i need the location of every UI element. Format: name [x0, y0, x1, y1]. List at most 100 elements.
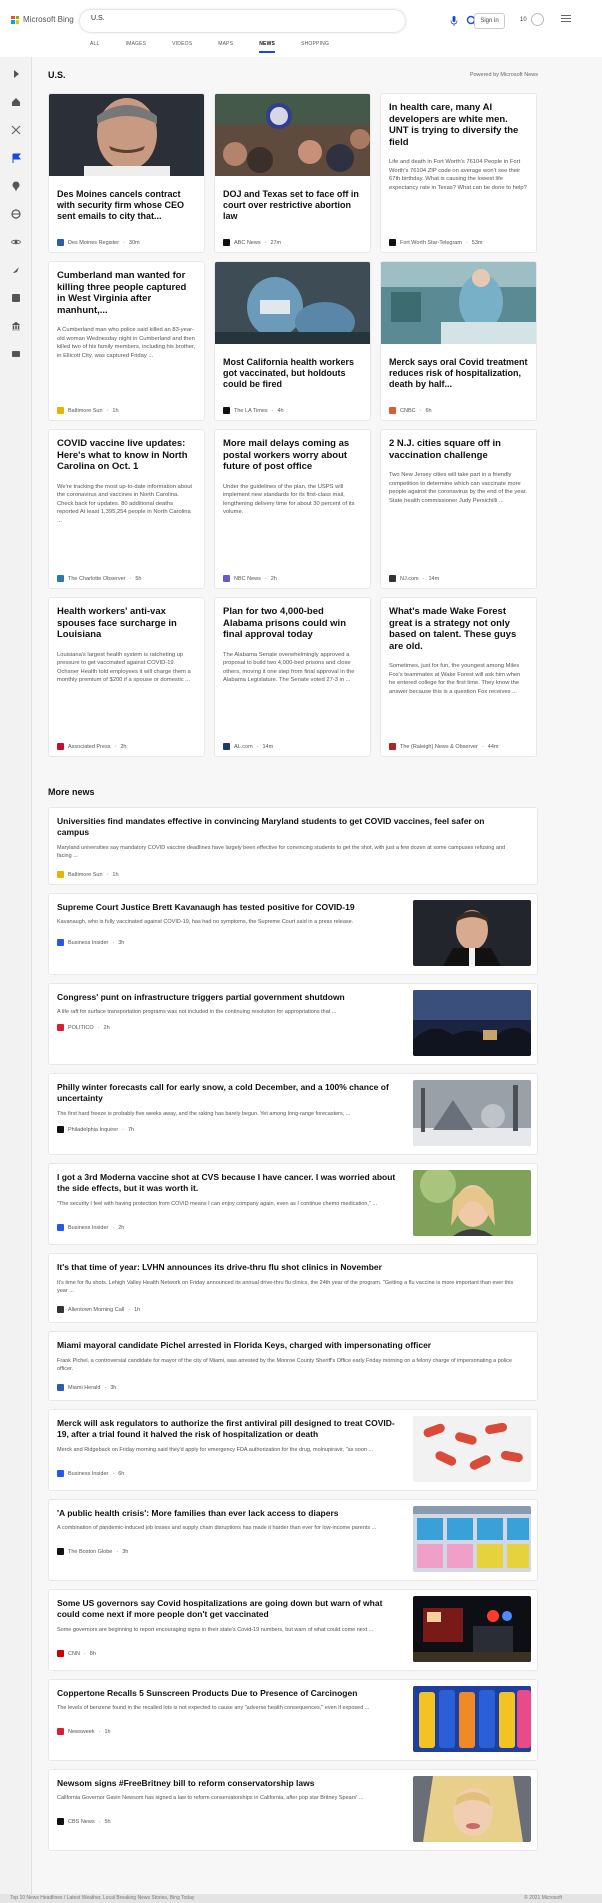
time-ago: 7h — [128, 1126, 135, 1133]
item-title[interactable]: Universities find mandates effective in … — [57, 816, 507, 838]
item-thumbnail — [413, 1080, 531, 1146]
news-card[interactable]: More mail delays coming as postal worker… — [214, 429, 371, 589]
tab-all[interactable]: ALL — [90, 41, 100, 53]
list-item[interactable]: Supreme Court Justice Brett Kavanaugh ha… — [48, 893, 538, 975]
news-card[interactable]: Health workers' anti-vax spouses face su… — [48, 597, 205, 757]
card-title[interactable]: Cumberland man wanted for killing three … — [49, 270, 204, 316]
brand-name: Microsoft Bing — [23, 15, 74, 24]
list-item[interactable]: 'A public health crisis': More families … — [48, 1499, 538, 1581]
item-thumbnail — [413, 1776, 531, 1842]
item-source: Philadelphia Inquirer · 7h — [57, 1126, 134, 1133]
item-title[interactable]: Supreme Court Justice Brett Kavanaugh ha… — [57, 902, 397, 913]
item-title[interactable]: Philly winter forecasts call for early s… — [57, 1082, 397, 1104]
hamburger-menu-icon[interactable] — [561, 15, 571, 25]
money-icon[interactable] — [11, 349, 21, 359]
item-title[interactable]: Miami mayoral candidate Pichel arrested … — [57, 1340, 517, 1351]
home-icon[interactable] — [11, 97, 21, 107]
time-ago: 3h — [118, 939, 125, 946]
news-card[interactable]: DOJ and Texas set to face off in court o… — [214, 93, 371, 253]
tab-maps[interactable]: MAPS — [218, 41, 233, 53]
globe-icon[interactable] — [11, 209, 21, 219]
card-title[interactable]: More mail delays coming as postal worker… — [215, 438, 370, 473]
card-title[interactable]: DOJ and Texas set to face off in court o… — [215, 189, 370, 222]
search-input[interactable] — [91, 15, 331, 22]
news-card[interactable]: 2 N.J. cities square off in vaccination … — [380, 429, 537, 589]
news-card[interactable]: Cumberland man wanted for killing three … — [48, 261, 205, 421]
bing-logo[interactable]: Microsoft Bing — [11, 15, 74, 24]
list-item[interactable]: Congress' punt on infrastructure trigger… — [48, 983, 538, 1065]
card-title[interactable]: 2 N.J. cities square off in vaccination … — [381, 438, 536, 461]
source-name: ABC News — [234, 239, 261, 246]
item-title[interactable]: It's that time of year: LVHN announces i… — [57, 1262, 517, 1273]
microphone-icon[interactable] — [450, 16, 458, 26]
tab-shopping[interactable]: SHOPPING — [301, 41, 329, 53]
item-title[interactable]: Newsom signs #FreeBritney bill to reform… — [57, 1778, 397, 1789]
source-name: Allentown Morning Call — [68, 1306, 125, 1313]
time-ago: 1h — [134, 1306, 141, 1313]
footer: Top 10 News Headlines / Latest Weather, … — [0, 1894, 602, 1903]
card-title[interactable]: In health care, many AI developers are w… — [381, 102, 536, 148]
list-item[interactable]: It's that time of year: LVHN announces i… — [48, 1253, 538, 1323]
source-logo-icon — [389, 239, 396, 246]
time-ago: 27m — [270, 239, 282, 246]
news-card[interactable]: Plan for two 4,000-bed Alabama prisons c… — [214, 597, 371, 757]
item-title[interactable]: Merck will ask regulators to authorize t… — [57, 1418, 402, 1440]
item-title[interactable]: Congress' punt on infrastructure trigger… — [57, 992, 397, 1003]
card-title[interactable]: Plan for two 4,000-bed Alabama prisons c… — [215, 606, 370, 641]
item-source: Business Insider · 3h — [57, 939, 124, 946]
bank-icon[interactable] — [11, 321, 21, 331]
item-title[interactable]: 'A public health crisis': More families … — [57, 1508, 397, 1519]
card-title[interactable]: Merck says oral Covid treatment reduces … — [381, 357, 536, 390]
card-source: ABC News · 27m — [223, 239, 281, 246]
card-title[interactable]: What's made Wake Forest great is a strat… — [381, 606, 536, 652]
list-item[interactable]: Some US governors say Covid hospitalizat… — [48, 1589, 538, 1671]
news-card[interactable]: What's made Wake Forest great is a strat… — [380, 597, 537, 757]
news-card[interactable]: Des Moines cancels contract with securit… — [48, 93, 205, 253]
source-name: Fort Worth Star-Telegram — [400, 239, 462, 246]
card-title[interactable]: Des Moines cancels contract with securit… — [49, 189, 204, 222]
news-card[interactable]: COVID vaccine live updates: Here's what … — [48, 429, 205, 589]
card-title[interactable]: Most California health workers got vacci… — [215, 357, 370, 390]
tab-news[interactable]: NEWS — [259, 41, 276, 53]
expand-icon[interactable] — [11, 69, 21, 79]
item-title[interactable]: I got a 3rd Moderna vaccine shot at CVS … — [57, 1172, 402, 1194]
item-source: CNN · 8h — [57, 1650, 96, 1657]
list-item[interactable]: Miami mayoral candidate Pichel arrested … — [48, 1331, 538, 1401]
list-item[interactable]: Merck will ask regulators to authorize t… — [48, 1409, 538, 1491]
list-item[interactable]: Universities find mandates effective in … — [48, 807, 538, 885]
list-item[interactable]: Philly winter forecasts call for early s… — [48, 1073, 538, 1155]
rewards-button[interactable]: 10 — [520, 13, 544, 26]
item-snippet: "The security I feel with having protect… — [57, 1201, 378, 1207]
list-item[interactable]: I got a 3rd Moderna vaccine shot at CVS … — [48, 1163, 538, 1245]
time-ago: 1h — [104, 1728, 111, 1735]
news-card[interactable]: In health care, many AI developers are w… — [380, 93, 537, 253]
source-name: Business Insider — [68, 1470, 109, 1477]
card-title[interactable]: COVID vaccine live updates: Here's what … — [49, 438, 204, 473]
tab-videos[interactable]: VIDEOS — [172, 41, 192, 53]
footer-left-text: Top 10 News Headlines / Latest Weather, … — [10, 1895, 195, 1901]
science-icon[interactable] — [11, 237, 21, 247]
list-item[interactable]: Newsom signs #FreeBritney bill to reform… — [48, 1769, 538, 1851]
list-item[interactable]: Coppertone Recalls 5 Sunscreen Products … — [48, 1679, 538, 1761]
discover-icon[interactable] — [11, 125, 21, 135]
search-box[interactable] — [80, 10, 478, 32]
news-card[interactable]: Merck says oral Covid treatment reduces … — [380, 261, 537, 421]
flag-icon[interactable] — [11, 153, 21, 163]
card-source: The LA Times · 4h — [223, 407, 284, 414]
tab-images[interactable]: IMAGES — [126, 41, 147, 53]
source-logo-icon — [57, 1818, 64, 1825]
rocket-icon[interactable] — [11, 265, 21, 275]
item-snippet: Frank Pichel, a controversial candidate … — [57, 1358, 513, 1372]
item-title[interactable]: Coppertone Recalls 5 Sunscreen Products … — [57, 1688, 397, 1699]
source-logo-icon — [223, 575, 230, 582]
source-name: NBC News — [234, 575, 261, 582]
location-icon[interactable] — [11, 181, 21, 191]
card-source: NBC News · 2h — [223, 575, 277, 582]
card-title[interactable]: Health workers' anti-vax spouses face su… — [49, 606, 204, 641]
source-name: Philadelphia Inquirer — [68, 1126, 119, 1133]
entertainment-icon[interactable] — [11, 293, 21, 303]
news-card[interactable]: Most California health workers got vacci… — [214, 261, 371, 421]
sign-in-button[interactable]: Sign in — [474, 13, 505, 29]
source-logo-icon — [389, 743, 396, 750]
item-title[interactable]: Some US governors say Covid hospitalizat… — [57, 1598, 402, 1620]
